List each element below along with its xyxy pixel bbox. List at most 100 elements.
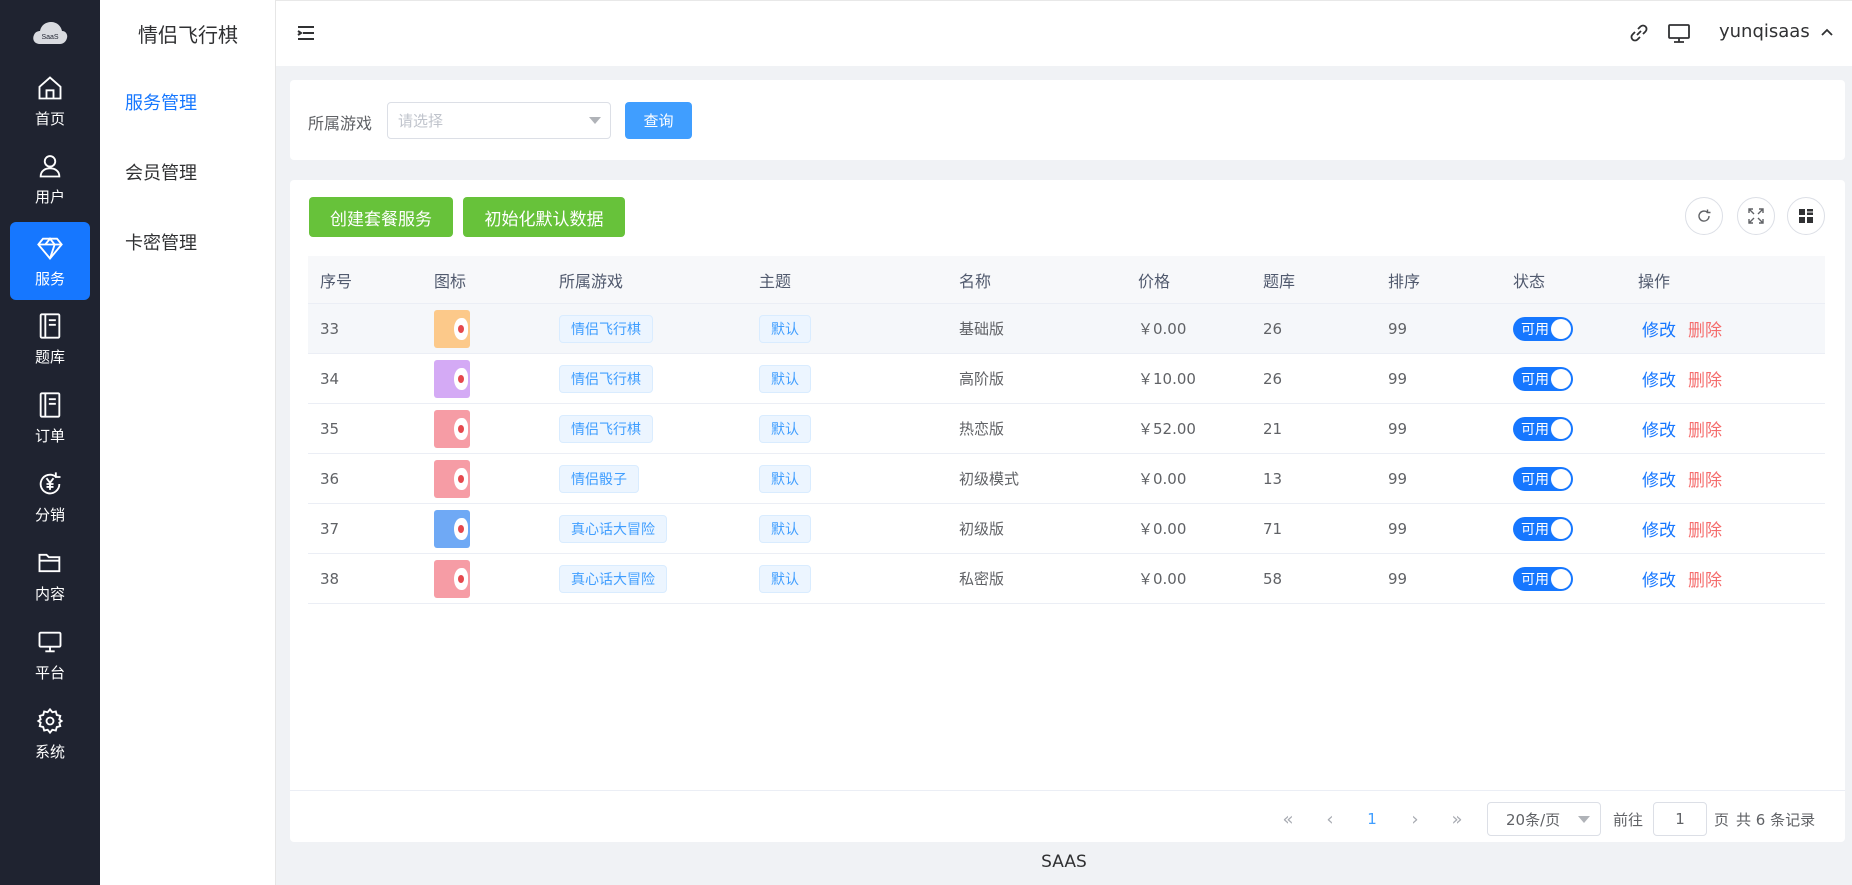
cell-actions: 修改 删除 <box>1642 504 1722 553</box>
table-footer-divider <box>290 790 1845 791</box>
cell-question-bank: 58 <box>1263 569 1283 588</box>
status-toggle[interactable]: 可用 <box>1513 366 1573 391</box>
menu-fold-icon[interactable] <box>296 23 316 43</box>
user-menu[interactable]: yunqisaas <box>1719 21 1834 42</box>
cell-name: 基础版 <box>959 320 1005 338</box>
cell-question-bank: 71 <box>1263 519 1283 538</box>
last-page-icon[interactable]: » <box>1444 802 1470 836</box>
col-header-game: 所属游戏 <box>559 271 624 291</box>
status-toggle[interactable]: 可用 <box>1513 516 1573 541</box>
edit-link[interactable]: 修改 <box>1642 566 1676 591</box>
nav-system-label: 系统 <box>34 742 65 761</box>
cell-icon <box>434 554 470 603</box>
nav-platform-label: 平台 <box>34 663 65 682</box>
service-thumbnail <box>434 509 470 548</box>
username: yunqisaas <box>1719 21 1810 42</box>
status-toggle[interactable]: 可用 <box>1513 316 1573 341</box>
nav-orders-label: 订单 <box>34 426 65 445</box>
nav-system[interactable]: 系统 <box>10 695 90 773</box>
book-icon <box>39 312 61 339</box>
cell-actions: 修改 删除 <box>1642 304 1722 353</box>
status-toggle-label: 可用 <box>1521 571 1549 588</box>
theme-tag: 默认 <box>759 414 811 443</box>
query-button[interactable]: 查询 <box>625 102 692 139</box>
prev-page-icon[interactable]: ‹ <box>1317 802 1343 836</box>
status-toggle-label: 可用 <box>1521 521 1549 538</box>
edit-link[interactable]: 修改 <box>1642 516 1676 541</box>
refresh-button[interactable] <box>1685 197 1723 235</box>
nav-platform[interactable]: 平台 <box>10 616 90 694</box>
cell-status: 可用 <box>1513 404 1573 453</box>
theme-tag: 默认 <box>759 564 811 593</box>
cloud-logo-icon: SaaS <box>33 22 68 44</box>
cell-actions: 修改 删除 <box>1642 354 1722 403</box>
nav-service[interactable]: 服务 <box>10 222 90 300</box>
monitor-icon[interactable] <box>1667 21 1691 45</box>
nav-home[interactable]: 首页 <box>10 62 90 140</box>
service-thumbnail <box>434 309 470 348</box>
cell-theme: 默认 <box>759 354 811 403</box>
total-records: 共 6 条记录 <box>1736 810 1816 829</box>
col-header-actions: 操作 <box>1638 271 1671 291</box>
edit-link[interactable]: 修改 <box>1642 416 1676 441</box>
status-toggle[interactable]: 可用 <box>1513 466 1573 491</box>
footer-text: SAAS <box>1041 852 1087 872</box>
diamond-icon <box>37 236 63 260</box>
cell-status: 可用 <box>1513 454 1573 503</box>
nav-distribution[interactable]: 分销 <box>10 458 90 536</box>
game-tag: 情侣飞行棋 <box>559 414 653 443</box>
first-page-icon[interactable]: « <box>1275 802 1301 836</box>
service-thumbnail <box>434 409 470 448</box>
create-package-button[interactable]: 创建套餐服务 <box>309 197 453 237</box>
table-row: 36 情侣骰子 默认 初级模式 ￥0.00 13 99 可用 修改 删除 <box>308 454 1825 504</box>
cell-game: 情侣骰子 <box>559 454 639 503</box>
page-size-select[interactable]: 20条/页 <box>1487 802 1601 836</box>
caret-down-icon <box>589 117 601 124</box>
col-header-theme: 主题 <box>759 271 792 291</box>
nav-service-label: 服务 <box>34 269 65 288</box>
next-page-icon[interactable]: › <box>1402 802 1428 836</box>
nav-content[interactable]: 内容 <box>10 537 90 615</box>
table-row: 35 情侣飞行棋 默认 热恋版 ￥52.00 21 99 可用 修改 删除 <box>308 404 1825 454</box>
cell-question-bank: 21 <box>1263 419 1283 438</box>
nav-users[interactable]: 用户 <box>10 140 90 218</box>
edit-link[interactable]: 修改 <box>1642 316 1676 341</box>
nav-question-bank[interactable]: 题库 <box>10 300 90 378</box>
nav-question-bank-label: 题库 <box>34 347 65 366</box>
subnav-item-service-management[interactable]: 服务管理 <box>125 89 197 115</box>
goto-page-input[interactable]: 1 <box>1653 802 1707 836</box>
delete-link[interactable]: 删除 <box>1688 366 1722 391</box>
delete-link[interactable]: 删除 <box>1688 316 1722 341</box>
pagination: « ‹ 1 › » 20条/页 前往 1 页 共 6 条记录 <box>290 802 1845 836</box>
subnav-item-card-key-management[interactable]: 卡密管理 <box>125 229 197 255</box>
fullscreen-button[interactable] <box>1737 197 1775 235</box>
game-select[interactable]: 请选择 <box>387 102 611 139</box>
cell-game: 情侣飞行棋 <box>559 404 653 453</box>
status-toggle[interactable]: 可用 <box>1513 416 1573 441</box>
edit-link[interactable]: 修改 <box>1642 366 1676 391</box>
status-toggle[interactable]: 可用 <box>1513 566 1573 591</box>
column-settings-button[interactable] <box>1787 197 1825 235</box>
app-logo[interactable]: SaaS <box>0 0 100 66</box>
subnav-item-member-management[interactable]: 会员管理 <box>125 159 197 185</box>
cell-price: ￥52.00 <box>1138 420 1196 438</box>
cell-price: ￥0.00 <box>1138 520 1187 538</box>
folder-icon <box>38 553 61 572</box>
cell-id: 33 <box>320 319 340 338</box>
status-toggle-label: 可用 <box>1521 321 1549 338</box>
init-default-data-button[interactable]: 初始化默认数据 <box>463 197 625 237</box>
delete-link[interactable]: 删除 <box>1688 566 1722 591</box>
delete-link[interactable]: 删除 <box>1688 416 1722 441</box>
refresh-icon <box>1698 209 1711 222</box>
cell-id: 37 <box>320 519 340 538</box>
delete-link[interactable]: 删除 <box>1688 516 1722 541</box>
edit-link[interactable]: 修改 <box>1642 466 1676 491</box>
cell-icon <box>434 354 470 403</box>
link-icon[interactable] <box>1627 21 1651 45</box>
fullscreen-icon <box>1748 208 1764 224</box>
chevron-up-icon <box>1821 28 1833 36</box>
page-number-current[interactable]: 1 <box>1359 802 1385 836</box>
nav-orders[interactable]: 订单 <box>10 379 90 457</box>
delete-link[interactable]: 删除 <box>1688 466 1722 491</box>
game-tag: 真心话大冒险 <box>559 514 667 543</box>
